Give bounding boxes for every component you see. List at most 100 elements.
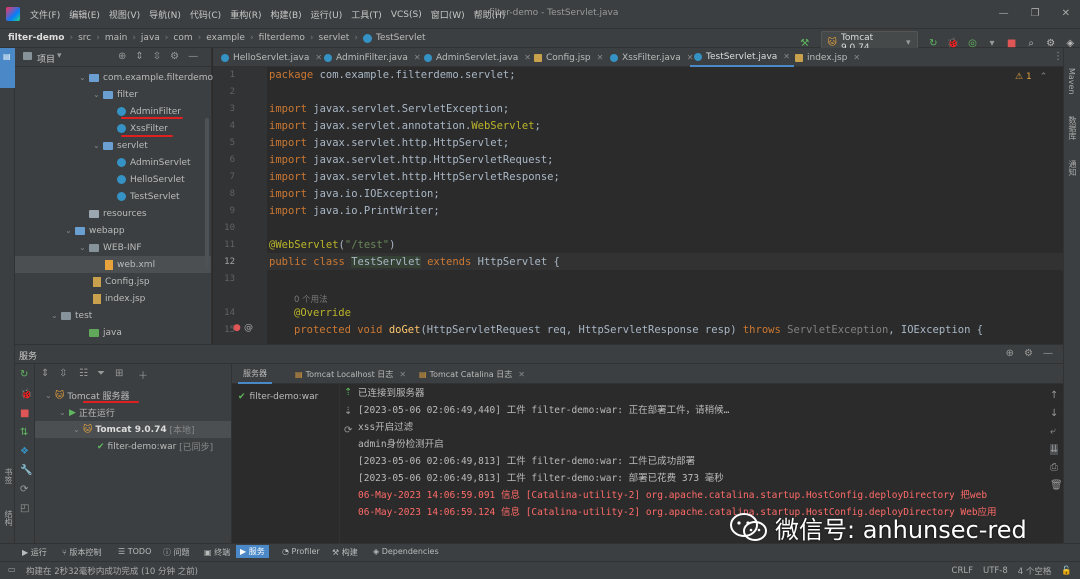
breadcrumb-com[interactable]: com <box>173 33 192 43</box>
locate-icon[interactable]: ⊕ <box>118 51 126 62</box>
breadcrumb-example[interactable]: example <box>206 33 245 43</box>
tree-item-tomcat-instance[interactable]: ⌄ 🐱 Tomcat 9.0.74 [本地] <box>35 421 231 438</box>
stop-icon[interactable]: ■ <box>20 408 29 419</box>
breadcrumb-project[interactable]: filter-demo <box>8 33 64 43</box>
gear-icon[interactable]: ⚙ <box>1024 348 1033 359</box>
soft-wrap-icon[interactable]: ⤶ <box>1050 426 1056 437</box>
breadcrumb-class[interactable]: TestServlet <box>376 33 426 43</box>
notifications-label[interactable]: 通知 <box>1067 160 1078 176</box>
refresh-icon[interactable]: ⟳ <box>344 425 352 436</box>
tree-item[interactable]: ⌄ WEB-INF <box>79 239 142 256</box>
tab-adminservlet[interactable]: AdminServlet.java ✕ <box>420 48 535 67</box>
lock-icon[interactable]: 🔓 <box>1061 566 1072 576</box>
indent-setting[interactable]: 4 个空格 <box>1018 565 1052 577</box>
breadcrumb-main[interactable]: main <box>105 33 128 43</box>
intellij-logo-icon[interactable] <box>6 7 20 21</box>
stop-icon[interactable]: ■ <box>1005 38 1019 49</box>
deploy-icon[interactable]: ⇅ <box>20 427 28 438</box>
collapse-all-icon[interactable]: ⇳ <box>59 368 67 379</box>
build-hammer-icon[interactable]: ⚒ <box>798 38 812 49</box>
code-line[interactable]: @Override <box>294 307 351 319</box>
expand-all-icon[interactable]: ⇕ <box>41 368 49 379</box>
menu-run[interactable]: 运行(U) <box>311 8 343 21</box>
tool-run[interactable]: ▶ 运行 <box>22 547 47 558</box>
code-line[interactable]: public class TestServlet extends HttpSer… <box>269 256 560 268</box>
open-browser-icon[interactable]: ◰ <box>20 503 29 514</box>
code-line[interactable]: protected void doGet(HttpServletRequest … <box>294 324 983 336</box>
more-run-icon[interactable]: ▾ <box>985 38 999 49</box>
hide-icon[interactable]: — <box>188 51 198 62</box>
scrollbar[interactable] <box>205 118 209 268</box>
breadcrumb-filterdemo[interactable]: filterdemo <box>259 33 305 43</box>
tree-item[interactable]: AdminServlet <box>117 154 191 171</box>
clear-icon[interactable]: 🗑 <box>1050 480 1063 491</box>
tab-index-jsp[interactable]: index.jsp ✕ <box>791 48 864 67</box>
code-line[interactable]: @WebServlet("/test") <box>269 239 395 251</box>
warning-indicator[interactable]: ⚠ 1 ⌃ <box>1015 72 1047 82</box>
close-icon[interactable]: ✕ <box>1062 8 1070 19</box>
maven-label[interactable]: Maven <box>1067 68 1076 95</box>
tab-testservlet[interactable]: TestServlet.java ✕ <box>690 48 794 67</box>
rerun-icon[interactable]: ↻ <box>927 38 941 49</box>
minimize-icon[interactable]: — <box>999 8 1009 19</box>
menu-window[interactable]: 窗口(W) <box>431 8 465 21</box>
tree-item[interactable]: HelloServlet <box>117 171 185 188</box>
tab-localhost-log[interactable]: ▤ Tomcat Localhost 日志 ✕ <box>290 364 411 384</box>
undeploy-icon[interactable]: ⇣ <box>344 406 352 417</box>
tree-item[interactable]: resources <box>79 205 147 222</box>
layout-icon[interactable]: ⊞ <box>115 368 123 379</box>
refresh-icon[interactable]: ⟳ <box>20 484 28 495</box>
code-line[interactable]: package com.example.filterdemo.servlet; <box>269 69 516 81</box>
usage-hint[interactable]: 0 个用法 <box>294 293 328 305</box>
group-icon[interactable]: ☷ <box>79 368 88 379</box>
menu-navigate[interactable]: 导航(N) <box>149 8 181 21</box>
add-icon[interactable]: ＋ <box>138 367 148 382</box>
print-icon[interactable]: ⎙ <box>1050 462 1058 473</box>
override-gutter-icon[interactable]: ● <box>233 323 241 333</box>
file-encoding[interactable]: UTF-8 <box>983 566 1008 576</box>
tab-catalina-log[interactable]: ▤ Tomcat Catalina 日志 ✕ <box>414 364 530 384</box>
deploy-up-icon[interactable]: ⇡ <box>344 387 352 398</box>
structure-label[interactable]: 结构 <box>3 510 14 526</box>
tree-item[interactable]: ⌄ servlet <box>93 137 148 154</box>
tree-item[interactable]: Config.jsp <box>93 273 150 290</box>
menu-tools[interactable]: 工具(T) <box>351 8 382 21</box>
code-line[interactable]: import javax.servlet.http.HttpServletReq… <box>269 154 553 166</box>
tab-config-jsp[interactable]: Config.jsp ✕ <box>530 48 607 67</box>
ide-logo-icon[interactable]: ◈ <box>1063 38 1077 49</box>
tab-helloservlet[interactable]: HelloServlet.java ✕ <box>217 48 326 67</box>
more-tabs-icon[interactable]: ⋮ <box>1053 51 1063 62</box>
tree-item[interactable]: index.jsp <box>93 290 145 307</box>
filter-icon[interactable]: ⏷ <box>97 368 105 379</box>
code-line[interactable]: import java.io.PrintWriter; <box>269 205 440 217</box>
gear-icon[interactable]: ⚙ <box>170 51 179 62</box>
tree-item-artifact[interactable]: ✔ filter-demo:war [已同步] <box>97 438 213 455</box>
menu-file[interactable]: 文件(F) <box>30 8 60 21</box>
breadcrumb-src[interactable]: src <box>78 33 91 43</box>
tree-item[interactable]: ⌄ com.example.filterdemo <box>79 69 213 86</box>
expand-icon[interactable]: ⇳ <box>153 51 161 62</box>
search-icon[interactable]: ⌕ <box>1024 38 1038 49</box>
tree-item[interactable]: java <box>79 324 122 341</box>
tool-profiler[interactable]: ◔ Profiler <box>282 547 320 556</box>
settings-gear-icon[interactable]: ⚙ <box>1044 38 1058 49</box>
code-line[interactable]: import javax.servlet.annotation.WebServl… <box>269 120 541 132</box>
status-message[interactable]: 构建在 2秒32毫秒内成功完成 (10 分钟 之前) <box>26 565 198 577</box>
tool-vcs[interactable]: ⑂ 版本控制 <box>62 547 101 558</box>
services-title[interactable]: 服务 <box>19 349 37 362</box>
menu-code[interactable]: 代码(C) <box>190 8 221 21</box>
tool-terminal[interactable]: ▣ 终端 <box>204 547 230 558</box>
collapse-icon[interactable]: ⇕ <box>135 51 143 62</box>
tool-services[interactable]: ▶ 服务 <box>236 545 269 558</box>
bookmarks-label[interactable]: 书签 <box>3 468 14 484</box>
wrench-icon[interactable]: 🔧 <box>20 465 32 476</box>
debug-icon[interactable]: 🐞 <box>946 38 960 49</box>
database-label[interactable]: 数据库 <box>1067 116 1078 140</box>
coverage-icon[interactable]: ◎ <box>966 38 980 49</box>
code-line[interactable]: import javax.servlet.http.HttpServlet; <box>269 137 509 149</box>
code-line[interactable]: import javax.servlet.http.HttpServletRes… <box>269 171 560 183</box>
scroll-to-end-icon[interactable]: ⇊ <box>1050 444 1059 455</box>
chevron-up-icon[interactable]: ⌃ <box>1040 72 1048 82</box>
tree-item[interactable]: ⌄ filter <box>93 86 138 103</box>
artifact-icon[interactable]: ❖ <box>20 446 29 457</box>
